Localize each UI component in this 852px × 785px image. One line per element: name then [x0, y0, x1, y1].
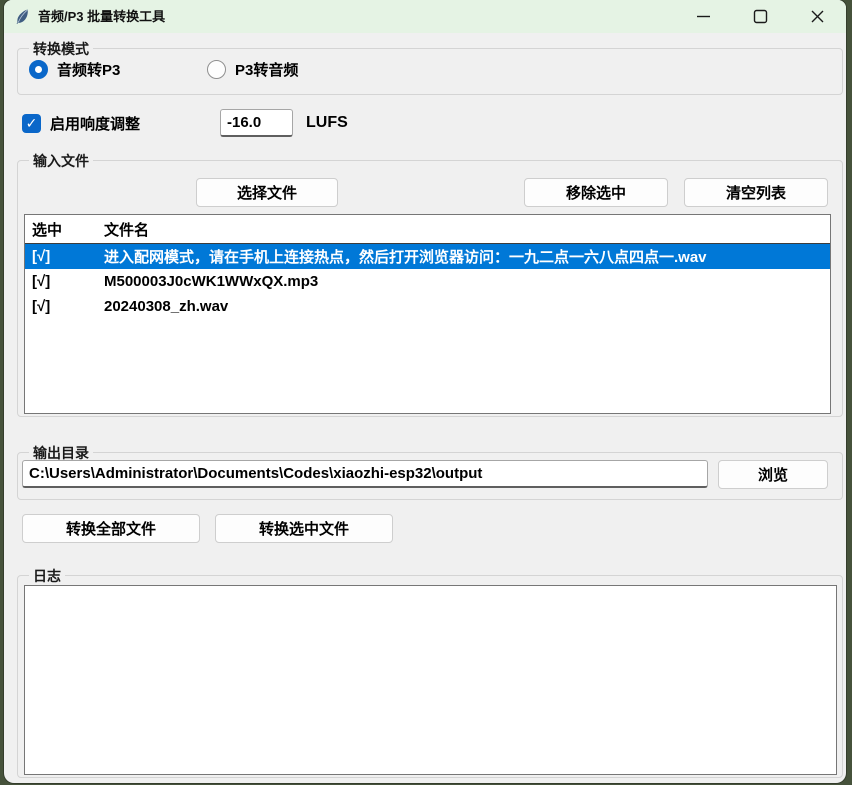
input-files-label: 输入文件 [29, 151, 93, 171]
checkbox-checked-icon[interactable]: ✓ [22, 114, 41, 133]
row-filename: 20240308_zh.wav [100, 298, 830, 315]
radio-unselected-icon [207, 60, 226, 79]
radio-audio-to-p3[interactable]: 音频转P3 [29, 59, 120, 80]
table-row[interactable]: [√] 进入配网模式，请在手机上连接热点，然后打开浏览器访问：一九二点一六八点四… [25, 244, 830, 269]
table-row[interactable]: [√] M500003J0cWK1WWxQX.mp3 [25, 269, 830, 294]
header-checked: 选中 [25, 219, 100, 240]
loudness-checkbox-label: 启用响度调整 [50, 113, 140, 134]
loudness-checkbox-row[interactable]: ✓ 启用响度调整 [22, 109, 140, 137]
radio-selected-icon [29, 60, 48, 79]
row-filename: 进入配网模式，请在手机上连接热点，然后打开浏览器访问：一九二点一六八点四点一.w… [100, 246, 830, 267]
log-textarea[interactable] [24, 585, 837, 775]
log-label: 日志 [29, 566, 65, 586]
table-row[interactable]: [√] 20240308_zh.wav [25, 294, 830, 319]
output-path-input[interactable]: C:\Users\Administrator\Documents\Codes\x… [22, 460, 708, 488]
row-check: [√] [25, 298, 100, 315]
radio-audio-to-p3-label: 音频转P3 [57, 59, 120, 80]
close-button[interactable] [794, 0, 840, 33]
maximize-button[interactable] [737, 0, 783, 33]
browse-button[interactable]: 浏览 [718, 460, 828, 489]
lufs-value-input[interactable]: -16.0 [220, 109, 293, 137]
minimize-icon [696, 9, 711, 24]
select-files-button[interactable]: 选择文件 [196, 178, 338, 207]
convert-selected-button[interactable]: 转换选中文件 [215, 514, 393, 543]
radio-p3-to-audio-label: P3转音频 [235, 59, 298, 80]
row-check: [√] [25, 248, 100, 265]
title-bar[interactable]: 音频/P3 批量转换工具 [4, 0, 846, 33]
row-filename: M500003J0cWK1WWxQX.mp3 [100, 273, 830, 290]
maximize-icon [753, 9, 768, 24]
remove-selected-button[interactable]: 移除选中 [524, 178, 668, 207]
lufs-unit-label: LUFS [306, 109, 348, 137]
radio-p3-to-audio[interactable]: P3转音频 [207, 59, 298, 80]
minimize-button[interactable] [680, 0, 726, 33]
header-filename: 文件名 [100, 219, 830, 240]
close-icon [810, 9, 825, 24]
convert-all-button[interactable]: 转换全部文件 [22, 514, 200, 543]
row-check: [√] [25, 273, 100, 290]
file-table-header: 选中 文件名 [25, 215, 830, 244]
file-table[interactable]: 选中 文件名 [√] 进入配网模式，请在手机上连接热点，然后打开浏览器访问：一九… [24, 214, 831, 414]
clear-list-button[interactable]: 清空列表 [684, 178, 828, 207]
conversion-mode-group: 转换模式 音频转P3 P3转音频 [17, 48, 843, 95]
app-window: 音频/P3 批量转换工具 转换模式 音频转P3 P3转音频 ✓ 启用响度调整 - [4, 0, 846, 783]
mode-radio-row: 音频转P3 P3转音频 [18, 49, 842, 94]
python-feather-icon [14, 8, 31, 25]
window-title: 音频/P3 批量转换工具 [38, 0, 165, 33]
